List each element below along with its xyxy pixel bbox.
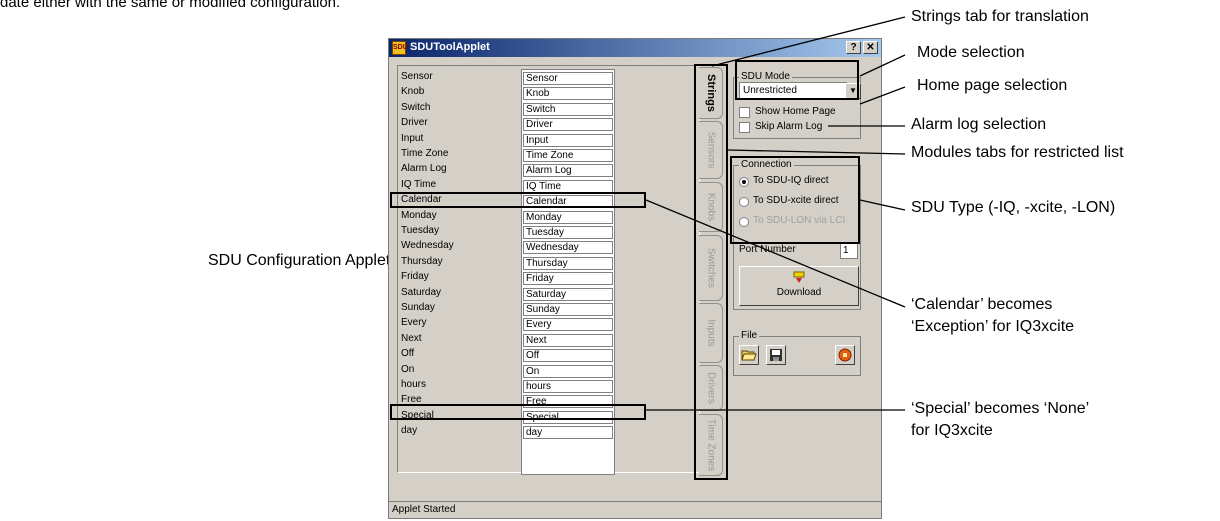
callout-calendar-line2: ‘Exception’ for IQ3xcite — [911, 318, 1075, 335]
callout-special-line1: ‘Special’ becomes ‘None’ — [911, 400, 1090, 417]
callout-mode: Mode selection — [917, 44, 1025, 61]
callout-sdu-type: SDU Type (-IQ, -xcite, -LON) — [911, 199, 1116, 216]
callout-home-page: Home page selection — [917, 77, 1068, 94]
callout-calendar-line1: ‘Calendar’ becomes — [911, 296, 1053, 313]
callout-special-line2: for IQ3xcite — [911, 422, 993, 439]
callout-strings-tab: Strings tab for translation — [911, 8, 1089, 25]
callout-modules-tabs: Modules tabs for restricted list — [911, 144, 1124, 161]
callout-alarm-log: Alarm log selection — [911, 116, 1047, 133]
line-strings-tab — [711, 16, 906, 67]
